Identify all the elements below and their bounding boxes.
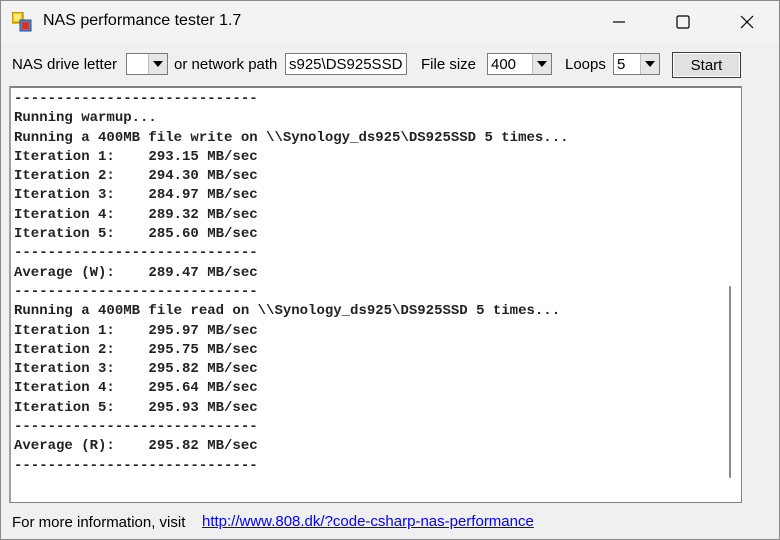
network-path-label: or network path	[174, 56, 278, 73]
app-window: NAS performance tester 1.7 NAS drive let…	[0, 0, 780, 540]
window-title: NAS performance tester 1.7	[43, 12, 242, 29]
loops-label: Loops	[565, 56, 606, 73]
vertical-scrollbar[interactable]	[719, 88, 741, 502]
log-text: ----------------------------- Running wa…	[14, 90, 569, 476]
chevron-down-icon[interactable]	[148, 54, 167, 74]
log-line: Iteration 4: 295.64 MB/sec	[14, 380, 258, 397]
network-path-field[interactable]	[285, 53, 407, 75]
log-line: Iteration 3: 295.82 MB/sec	[14, 361, 258, 378]
info-label: For more information, visit	[12, 514, 186, 531]
scroll-thumb[interactable]	[729, 286, 731, 478]
log-line: Average (R): 295.82 MB/sec	[14, 438, 258, 455]
info-link[interactable]: http://www.808.dk/?code-csharp-nas-perfo…	[202, 513, 534, 530]
log-line: Iteration 5: 285.60 MB/sec	[14, 226, 258, 243]
close-button[interactable]	[715, 1, 779, 43]
log-line: Running a 400MB file write on \\Synology…	[14, 129, 569, 146]
log-line: Average (W): 289.47 MB/sec	[14, 264, 258, 281]
minimize-icon	[613, 21, 625, 23]
start-button[interactable]: Start	[672, 52, 741, 78]
log-line: Running warmup...	[14, 110, 157, 127]
drive-letter-label: NAS drive letter	[12, 56, 118, 73]
title-bar[interactable]: NAS performance tester 1.7	[1, 1, 779, 43]
log-line: Iteration 1: 293.15 MB/sec	[14, 148, 258, 165]
file-size-select[interactable]: 400	[487, 53, 552, 75]
minimize-button[interactable]	[587, 1, 651, 43]
chevron-down-icon[interactable]	[532, 54, 551, 74]
chevron-down-icon[interactable]	[640, 54, 659, 74]
log-line: Iteration 1: 295.97 MB/sec	[14, 322, 258, 339]
file-size-value: 400	[491, 56, 517, 73]
app-icon	[11, 11, 32, 32]
log-line: Iteration 2: 294.30 MB/sec	[14, 168, 258, 185]
network-path-input[interactable]	[286, 54, 406, 74]
log-line: -----------------------------	[14, 91, 258, 107]
file-size-label: File size	[421, 56, 477, 73]
log-line: Iteration 4: 289.32 MB/sec	[14, 206, 258, 223]
log-line: -----------------------------	[14, 419, 258, 436]
log-line: -----------------------------	[14, 457, 258, 474]
log-line: Iteration 2: 295.75 MB/sec	[14, 341, 258, 358]
output-log[interactable]: ----------------------------- Running wa…	[9, 86, 742, 503]
log-line: Iteration 5: 295.93 MB/sec	[14, 399, 258, 416]
log-line: Running a 400MB file read on \\Synology_…	[14, 303, 561, 320]
log-line: -----------------------------	[14, 245, 258, 262]
log-line: -----------------------------	[14, 283, 258, 300]
loops-value: 5	[617, 56, 626, 73]
maximize-icon	[676, 15, 690, 29]
maximize-button[interactable]	[651, 1, 715, 43]
log-line: Iteration 3: 284.97 MB/sec	[14, 187, 258, 204]
loops-select[interactable]: 5	[613, 53, 660, 75]
drive-letter-select[interactable]	[126, 53, 168, 75]
close-icon	[740, 15, 754, 29]
